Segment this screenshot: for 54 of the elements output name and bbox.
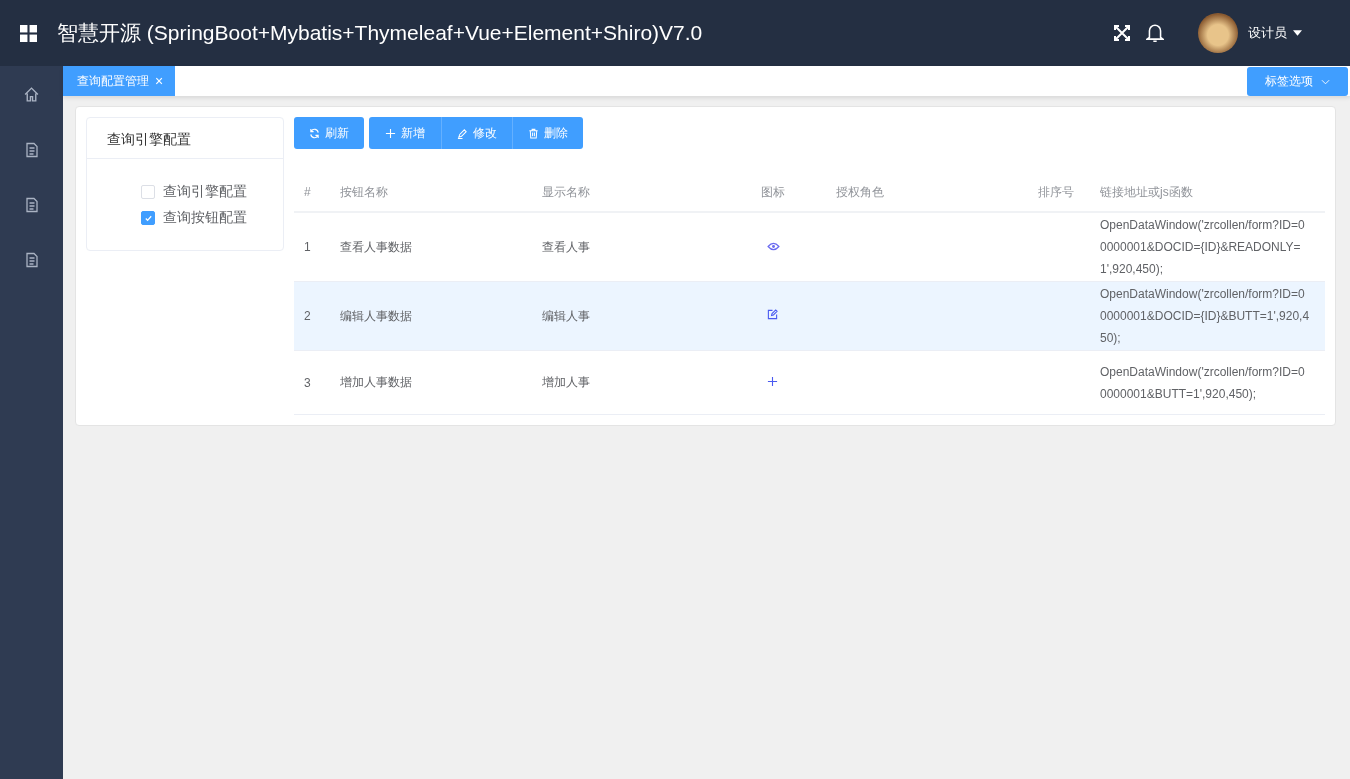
refresh-icon <box>309 127 320 139</box>
document-icon[interactable] <box>23 142 40 158</box>
table-cell: 增加人事 <box>542 375 590 389</box>
column-header: 排序号 <box>1038 184 1074 199</box>
row-number: 3 <box>304 375 311 390</box>
plus-icon <box>385 127 396 139</box>
column-header: 授权角色 <box>836 184 884 199</box>
toolbar-button[interactable]: 修改 <box>442 117 513 149</box>
table-cell: 查看人事数据 <box>340 239 412 254</box>
table-cell: 编辑人事数据 <box>340 308 412 323</box>
home-icon[interactable] <box>23 86 40 103</box>
menu-icon[interactable] <box>20 24 37 42</box>
plus-icon <box>767 375 778 387</box>
toolbar-button[interactable]: 刷新 <box>294 117 364 149</box>
tree-item-label[interactable]: 查询按钮配置 <box>163 209 247 227</box>
tree-title: 查询引擎配置 <box>87 118 283 159</box>
checkbox[interactable] <box>141 211 155 225</box>
app-title: 智慧开源 (SpringBoot+Mybatis+Thymeleaf+Vue+Element+Shiro)V7.0 <box>57 20 703 46</box>
table-cell-text: OpenDataWindow('zrcollen/form?ID=00000001&DOCID={ID}&READONLY=1',920,450); <box>1100 217 1306 278</box>
tab-label: 查询配置管理 <box>77 72 149 90</box>
chevron-down-icon <box>1321 78 1330 85</box>
bell-icon[interactable] <box>1146 23 1164 43</box>
edit-icon <box>767 309 778 320</box>
table-cell: 增加人事数据 <box>340 375 412 389</box>
pencil-icon <box>457 127 468 139</box>
user-menu[interactable]: 设计员 <box>1248 24 1302 42</box>
tab[interactable]: 查询配置管理 × <box>63 66 176 96</box>
table-cell: 编辑人事 <box>542 308 590 323</box>
toolbar-button[interactable]: 新增 <box>369 117 442 149</box>
tree-item-label[interactable]: 查询引擎配置 <box>163 183 247 201</box>
table-cell-text: OpenDataWindow('zrcollen/form?ID=00000001&DOCID={ID}&BUTT=1',920,450); <box>1100 286 1311 347</box>
close-icon[interactable]: × <box>155 73 164 89</box>
tab-options-button[interactable]: 标签选项 <box>1247 67 1348 96</box>
document-icon[interactable] <box>23 252 40 268</box>
table-row[interactable]: 2 编辑人事数据 编辑人事 OpenDataWindow('zrcollen/form?ID=00000001&DOCID={ID}&BUTT=1',920,450); <box>294 281 1325 351</box>
trash-icon <box>528 127 539 139</box>
caret-icon <box>1293 30 1302 36</box>
column-header: 按钮名称 <box>340 184 388 199</box>
column-header: 链接地址或js函数 <box>1100 184 1193 199</box>
column-header: 图标 <box>761 184 785 199</box>
row-number: 1 <box>304 240 311 254</box>
column-header: # <box>304 185 311 199</box>
table-row[interactable]: 1 查看人事数据 查看人事 OpenDataWindow('zrcollen/form?ID=00000001&DOCID={ID}&READONLY=1',920,450); <box>294 212 1325 282</box>
checkmark-icon <box>143 213 153 223</box>
row-number: 2 <box>304 309 311 323</box>
table-cell: 查看人事 <box>542 239 590 254</box>
column-header: 显示名称 <box>542 184 590 199</box>
fullscreen-icon[interactable] <box>1114 25 1130 41</box>
toolbar-button[interactable]: 删除 <box>513 117 583 149</box>
document-icon[interactable] <box>23 197 40 213</box>
table-row[interactable]: 3 增加人事数据 增加人事 OpenDataWindow('zrcollen/form?ID=00000001&BUTT=1',920,450); <box>294 350 1325 415</box>
table-cell-text: OpenDataWindow('zrcollen/form?ID=00000001&BUTT=1',920,450); <box>1100 363 1306 403</box>
eye-icon <box>767 242 780 251</box>
avatar[interactable] <box>1198 13 1238 53</box>
